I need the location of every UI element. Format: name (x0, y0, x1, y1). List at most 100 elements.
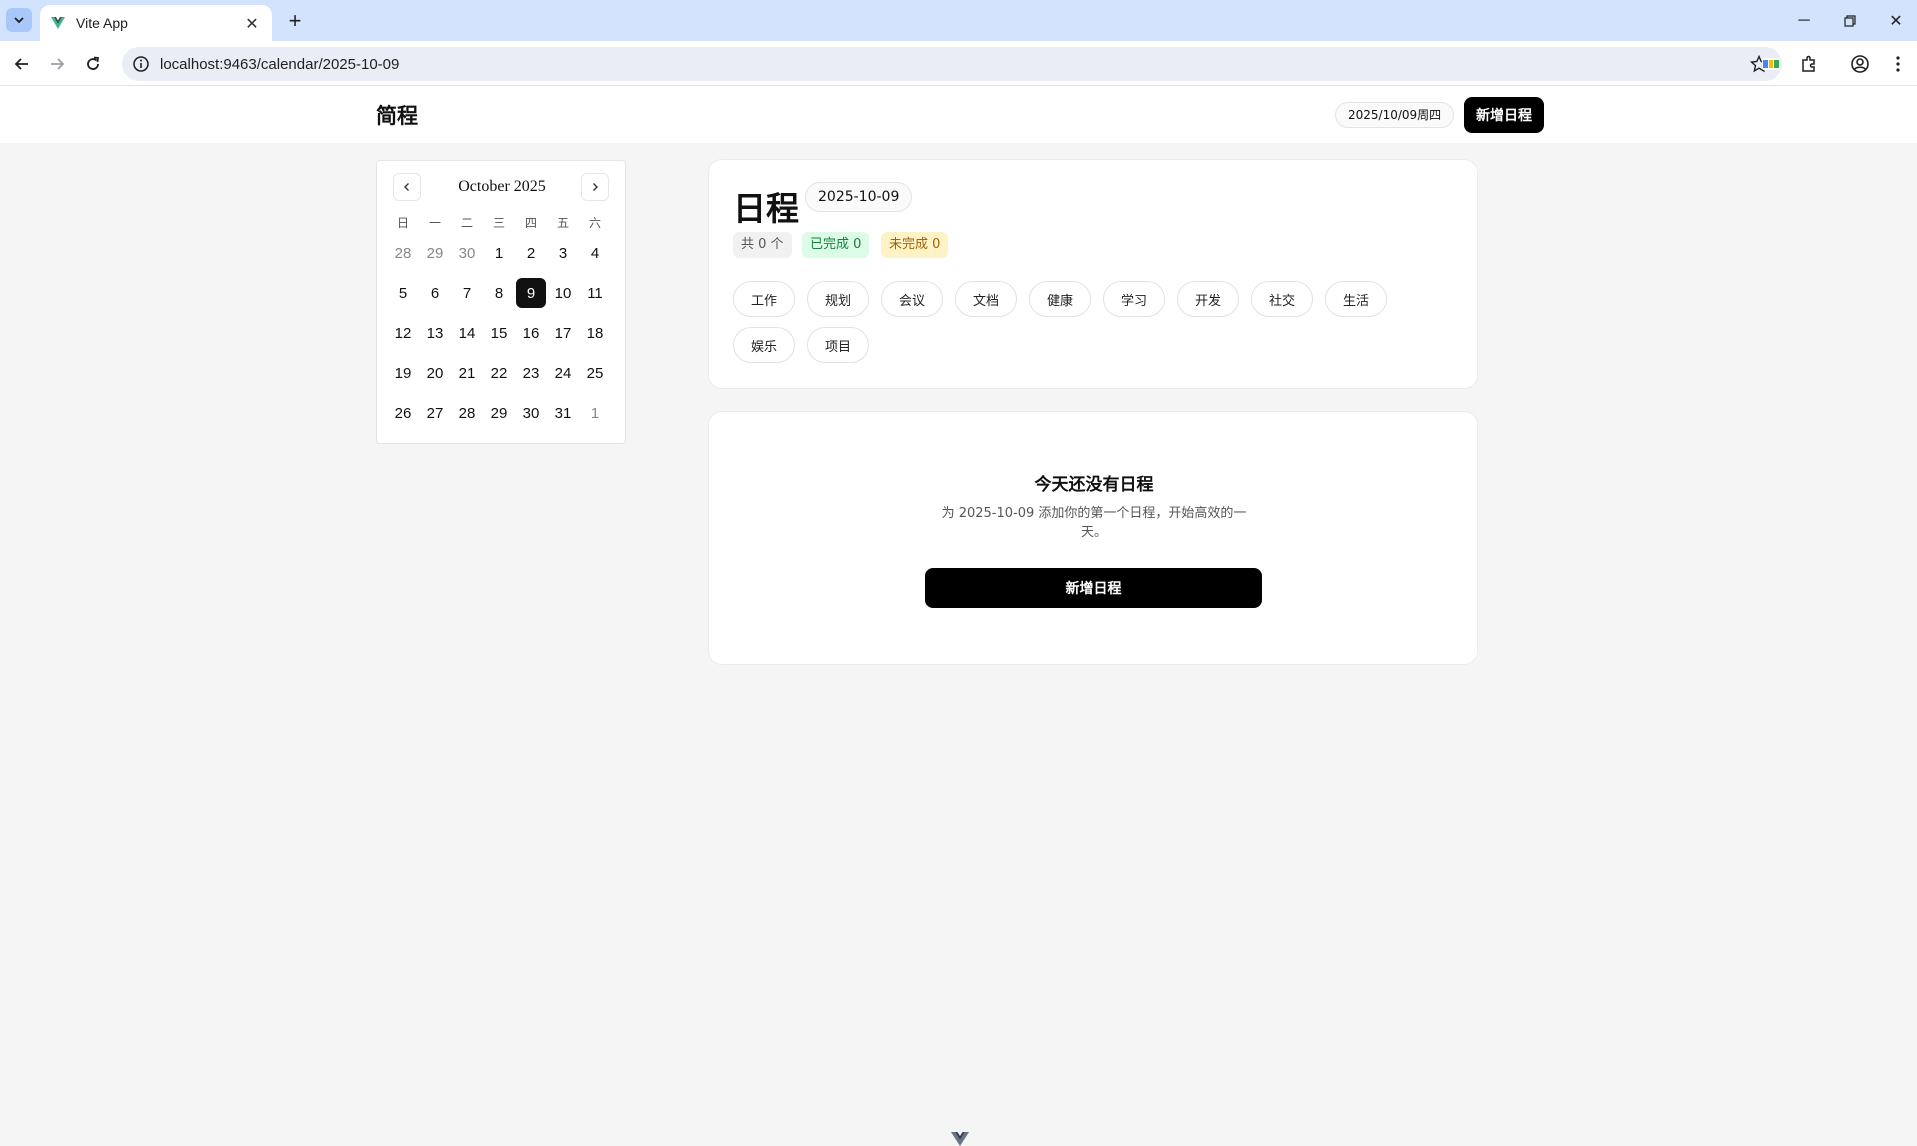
category-tag[interactable]: 工作 (733, 281, 795, 317)
calendar-day[interactable]: 4 (579, 233, 611, 273)
url-text[interactable]: localhost:9463/calendar/2025-10-09 (160, 56, 399, 73)
calendar-day[interactable]: 30 (451, 233, 483, 273)
calendar-grid: 日一二三四五六 28 29 30 1 2 3 4 5 6 7 8 9 10 11 12 13 14 15 16 17 18… (387, 211, 611, 433)
calendar-day[interactable]: 18 (579, 313, 611, 353)
weekday-label: 一 (428, 215, 441, 230)
new-tab-button[interactable]: + (282, 8, 308, 34)
app-brand[interactable]: 简程 (376, 100, 418, 130)
calendar-day-number: 24 (554, 364, 572, 382)
close-icon[interactable]: ✕ (242, 14, 262, 33)
category-tag[interactable]: 社交 (1251, 281, 1313, 317)
selected-date-badge: 2025-10-09 (805, 182, 913, 212)
calendar-day[interactable]: 26 (387, 393, 419, 433)
calendar-day[interactable]: 5 (387, 273, 419, 313)
calendar-day-number: 28 (458, 404, 476, 422)
category-tag[interactable]: 开发 (1177, 281, 1239, 317)
menu-kebab-icon[interactable] (1887, 53, 1909, 75)
calendar-day[interactable]: 28 (451, 393, 483, 433)
next-month-button[interactable] (581, 173, 609, 201)
calendar-day[interactable]: 3 (547, 233, 579, 273)
calendar-day[interactable]: 10 (547, 273, 579, 313)
vue-devtools-icon[interactable] (950, 1132, 970, 1146)
calendar-day-number: 7 (462, 284, 472, 302)
calendar-day[interactable]: 7 (451, 273, 483, 313)
window-close-icon[interactable]: ✕ (1873, 0, 1917, 41)
calendar-day[interactable]: 11 (579, 273, 611, 313)
weekday-label: 五 (556, 215, 569, 230)
category-tag[interactable]: 文档 (955, 281, 1017, 317)
calendar-day-number: 2 (526, 244, 536, 262)
browser-toolbar: localhost:9463/calendar/2025-10-09 (0, 41, 1917, 86)
add-schedule-button[interactable]: 新增日程 (925, 568, 1262, 608)
calendar-day-number: 19 (394, 364, 412, 382)
chevron-down-icon (14, 17, 24, 24)
extensions-puzzle-icon[interactable] (1798, 53, 1820, 75)
header-add-schedule-button[interactable]: 新增日程 (1464, 97, 1544, 133)
address-bar[interactable]: localhost:9463/calendar/2025-10-09 (122, 47, 1782, 81)
calendar-day[interactable]: 25 (579, 353, 611, 393)
weekday-label: 三 (492, 215, 505, 230)
calendar-day-number: 29 (490, 404, 508, 422)
calendar-day[interactable]: 12 (387, 313, 419, 353)
weekday-label: 日 (396, 215, 409, 230)
calendar-day-number: 3 (558, 244, 568, 262)
calendar-day[interactable]: 8 (483, 273, 515, 313)
back-icon[interactable] (7, 49, 37, 79)
calendar-day-number: 4 (590, 244, 600, 262)
calendar-day[interactable]: 1 (579, 393, 611, 433)
category-tag[interactable]: 健康 (1029, 281, 1091, 317)
calendar-day[interactable]: 14 (451, 313, 483, 353)
calendar-day[interactable]: 31 (547, 393, 579, 433)
restore-icon[interactable] (1827, 0, 1873, 41)
calendar-day[interactable]: 17 (547, 313, 579, 353)
minimize-icon[interactable]: ─ (1781, 0, 1827, 41)
browser-tab[interactable]: Vite App ✕ (40, 5, 272, 41)
category-tag[interactable]: 项目 (807, 327, 869, 363)
calendar-day-number: 6 (430, 284, 440, 302)
tab-list-button[interactable] (6, 8, 32, 32)
browser-tab-bar: Vite App ✕ + ─ ✕ (0, 0, 1917, 41)
calendar-day[interactable]: 29 (419, 233, 451, 273)
calendar-day[interactable]: 19 (387, 353, 419, 393)
calendar-day[interactable]: 28 (387, 233, 419, 273)
page-title: 日程 (733, 189, 799, 228)
completed-count-badge: 已完成 0 (802, 232, 870, 258)
empty-state-title: 今天还没有日程 (1034, 475, 1154, 495)
profile-icon[interactable] (1849, 53, 1871, 75)
calendar-day-number: 12 (394, 324, 412, 342)
calendar-day[interactable]: 21 (451, 353, 483, 393)
calendar-day[interactable]: 27 (419, 393, 451, 433)
calendar-day[interactable]: 16 (515, 313, 547, 353)
weekday-label: 二 (460, 215, 473, 230)
calendar-day[interactable]: 6 (419, 273, 451, 313)
calendar-day-number: 27 (426, 404, 444, 422)
reload-icon[interactable] (78, 49, 108, 79)
calendar-day-number: 21 (458, 364, 476, 382)
calendar-day[interactable]: 20 (419, 353, 451, 393)
calendar-day[interactable]: 2 (515, 233, 547, 273)
calendar-day[interactable]: 29 (483, 393, 515, 433)
chevron-right-icon (593, 183, 598, 191)
calendar-day[interactable]: 13 (419, 313, 451, 353)
forward-icon[interactable] (42, 49, 72, 79)
calendar-day[interactable]: 24 (547, 353, 579, 393)
calendar-day[interactable]: 30 (515, 393, 547, 433)
calendar-day-selected[interactable]: 9 (515, 273, 547, 313)
info-icon[interactable] (132, 55, 150, 73)
calendar-day[interactable]: 23 (515, 353, 547, 393)
app-header: 简程 2025/10/09周四 新增日程 (0, 86, 1917, 143)
category-tag[interactable]: 娱乐 (733, 327, 795, 363)
calendar-day-number: 13 (426, 324, 444, 342)
calendar-day[interactable]: 1 (483, 233, 515, 273)
calendar-day-number: 8 (494, 284, 504, 302)
category-tag[interactable]: 学习 (1103, 281, 1165, 317)
extension-badge-icon[interactable] (1760, 53, 1782, 75)
category-tag[interactable]: 会议 (881, 281, 943, 317)
category-tag[interactable]: 规划 (807, 281, 869, 317)
calendar-day[interactable]: 15 (483, 313, 515, 353)
category-tag[interactable]: 生活 (1325, 281, 1387, 317)
calendar-day[interactable]: 22 (483, 353, 515, 393)
schedule-summary-card: 日程 2025-10-09 共 0 个 已完成 0 未完成 0 工作 规划 会议 文档… (708, 159, 1478, 389)
calendar-day-number: 22 (490, 364, 508, 382)
calendar-day-number: 10 (554, 284, 572, 302)
